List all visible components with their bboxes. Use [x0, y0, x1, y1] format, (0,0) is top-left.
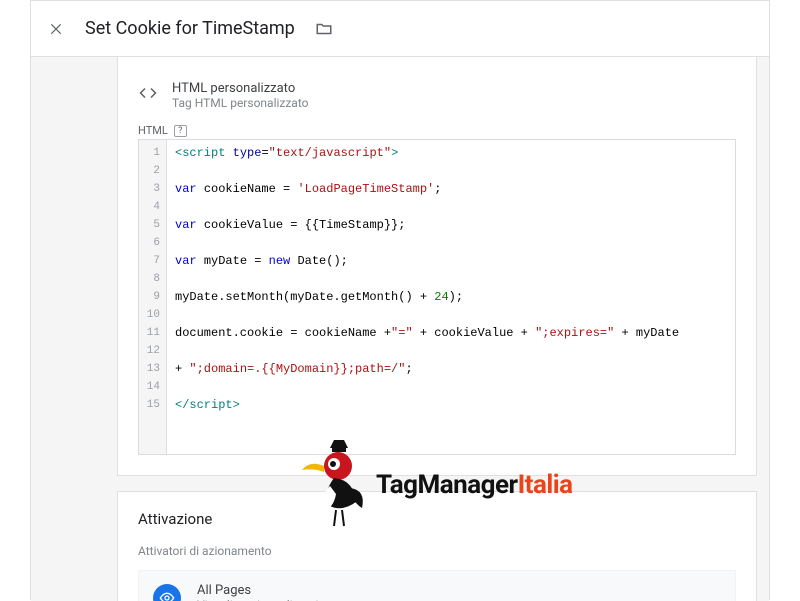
tag-type-row[interactable]: HTML personalizzato Tag HTML personalizz…	[138, 81, 736, 110]
tag-type-title: HTML personalizzato	[172, 81, 309, 96]
code-editor[interactable]: 123456789101112131415 <script type="text…	[138, 139, 736, 455]
code-icon	[138, 83, 158, 103]
trigger-row[interactable]: All Pages Visualizzazione di pagina	[138, 570, 736, 601]
triggering-subtitle: Attivatori di azionamento	[138, 544, 736, 558]
eye-icon	[153, 584, 181, 601]
header-bar: Set Cookie for TimeStamp	[31, 1, 769, 57]
trigger-name: All Pages	[197, 583, 332, 598]
folder-icon[interactable]	[315, 20, 333, 38]
editor-label-text: HTML	[138, 124, 168, 137]
editor-label: HTML ?	[138, 124, 736, 137]
page-title[interactable]: Set Cookie for TimeStamp	[85, 18, 295, 39]
close-icon[interactable]	[47, 20, 65, 38]
tag-config-card: HTML personalizzato Tag HTML personalizz…	[117, 57, 757, 476]
tag-type-text: HTML personalizzato Tag HTML personalizz…	[172, 81, 309, 110]
triggering-card: Attivazione Attivatori di azionamento Al…	[117, 491, 757, 601]
window-frame: Set Cookie for TimeStamp HTML personaliz…	[30, 0, 770, 600]
line-gutter: 123456789101112131415	[139, 140, 167, 454]
tag-type-subtitle: Tag HTML personalizzato	[172, 96, 309, 110]
triggering-title: Attivazione	[138, 510, 736, 528]
body-area: HTML personalizzato Tag HTML personalizz…	[31, 57, 769, 601]
code-area[interactable]: <script type="text/javascript"> var cook…	[167, 140, 735, 454]
trigger-text: All Pages Visualizzazione di pagina	[197, 583, 332, 601]
help-icon[interactable]: ?	[174, 125, 187, 137]
